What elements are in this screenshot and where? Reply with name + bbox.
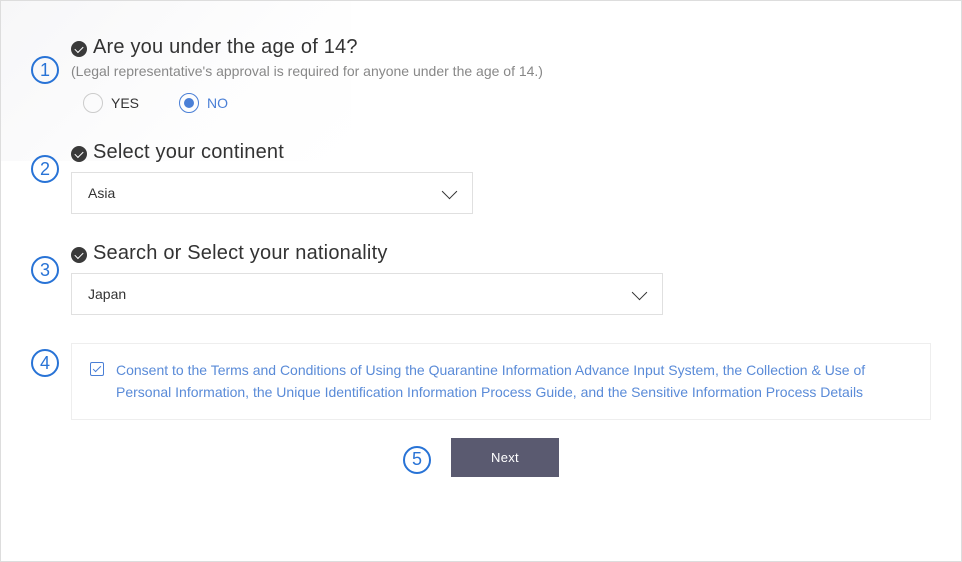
chevron-down-icon	[444, 190, 456, 197]
age-question-row: 1 Are you under the age of 14? (Legal re…	[31, 36, 931, 113]
continent-select[interactable]: Asia	[71, 172, 473, 214]
continent-header: Select your continent	[71, 141, 931, 164]
step-number-3: 3	[31, 256, 59, 284]
continent-title: Select your continent	[93, 141, 284, 164]
nationality-title: Search or Select your nationality	[93, 242, 388, 265]
next-row: 5 Next	[31, 438, 931, 477]
radio-no-label: NO	[207, 95, 228, 111]
check-icon	[71, 146, 87, 162]
nationality-row: 3 Search or Select your nationality Japa…	[31, 242, 931, 315]
continent-value: Asia	[88, 185, 115, 201]
age-question-content: Are you under the age of 14? (Legal repr…	[71, 36, 931, 113]
nationality-value: Japan	[88, 286, 126, 302]
step-number-1: 1	[31, 56, 59, 84]
nationality-header: Search or Select your nationality	[71, 242, 931, 265]
continent-row: 2 Select your continent Asia	[31, 141, 931, 214]
nationality-content: Search or Select your nationality Japan	[71, 242, 931, 315]
age-radio-yes[interactable]: YES	[83, 93, 139, 113]
consent-row: 4 Consent to the Terms and Conditions of…	[31, 343, 931, 420]
check-icon	[71, 41, 87, 57]
step-number-5: 5	[403, 446, 431, 474]
age-question-subtitle: (Legal representative's approval is requ…	[71, 63, 931, 79]
radio-icon	[83, 93, 103, 113]
radio-dot-icon	[184, 98, 194, 108]
radio-yes-label: YES	[111, 95, 139, 111]
step-number-2: 2	[31, 155, 59, 183]
step-number-4: 4	[31, 349, 59, 377]
consent-box: Consent to the Terms and Conditions of U…	[71, 343, 931, 420]
continent-content: Select your continent Asia	[71, 141, 931, 214]
form-container: 1 Are you under the age of 14? (Legal re…	[1, 1, 961, 477]
nationality-select[interactable]: Japan	[71, 273, 663, 315]
check-icon	[71, 247, 87, 263]
age-question-header: Are you under the age of 14?	[71, 36, 931, 59]
age-question-title: Are you under the age of 14?	[93, 36, 358, 59]
age-radio-group: YES NO	[83, 93, 931, 113]
chevron-down-icon	[634, 291, 646, 298]
age-radio-no[interactable]: NO	[179, 93, 228, 113]
next-button[interactable]: Next	[451, 438, 559, 477]
consent-checkbox[interactable]	[90, 362, 104, 376]
radio-icon	[179, 93, 199, 113]
consent-text[interactable]: Consent to the Terms and Conditions of U…	[116, 360, 912, 403]
